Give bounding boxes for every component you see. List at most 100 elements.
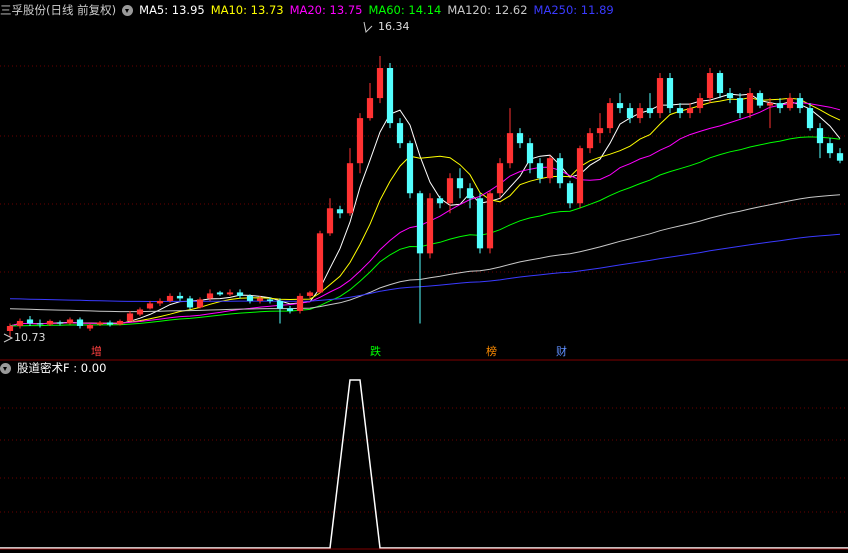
- candle-body: [466, 188, 474, 199]
- candle-body: [256, 298, 264, 301]
- candle: [756, 90, 764, 109]
- candle-body: [86, 324, 94, 329]
- candle-body: [406, 143, 414, 194]
- high-marker: 16.34: [363, 20, 410, 34]
- candle: [476, 193, 484, 254]
- candle-body: [106, 322, 114, 325]
- candle-body: [316, 233, 324, 293]
- event-marker-increase: 增: [91, 344, 102, 358]
- candle-body: [276, 300, 284, 309]
- candle: [286, 305, 294, 314]
- candle-body: [156, 300, 164, 304]
- candle: [696, 93, 704, 114]
- candle: [836, 148, 844, 164]
- high-price-label: 16.34: [378, 20, 410, 33]
- candle: [586, 128, 594, 154]
- candle: [226, 289, 234, 296]
- low-price-label: 10.73: [14, 331, 46, 344]
- indicator-line: [0, 379, 848, 549]
- candle: [806, 103, 814, 131]
- candle: [786, 93, 794, 111]
- candle-body: [146, 303, 154, 309]
- candle: [136, 307, 144, 316]
- candle-body: [486, 193, 494, 249]
- candle-body: [356, 118, 364, 164]
- candle-body: [596, 128, 604, 134]
- candle-body: [736, 98, 744, 114]
- candle-body: [36, 323, 44, 325]
- candle: [316, 230, 324, 294]
- candle: [716, 70, 724, 99]
- candle-body: [6, 325, 14, 331]
- candle: [666, 73, 674, 114]
- candle-body: [636, 108, 644, 119]
- ma250-value: MA250: 11.89: [533, 3, 614, 17]
- candle-body: [346, 163, 354, 214]
- chevron-down-icon[interactable]: [0, 362, 11, 374]
- candle: [196, 297, 204, 309]
- candle: [616, 93, 624, 114]
- candle-body: [766, 103, 774, 106]
- candle-body: [306, 292, 314, 296]
- indicator-series: [0, 379, 848, 549]
- candle-body: [216, 292, 224, 295]
- candle-body: [66, 319, 74, 324]
- candle-body: [696, 98, 704, 109]
- candle-body: [526, 143, 534, 164]
- candle-body: [246, 295, 254, 301]
- candle-body: [546, 158, 554, 179]
- candle-body: [376, 68, 384, 99]
- indicator-panel-header: 股道密术F : 0.00: [0, 359, 112, 377]
- candle: [346, 148, 354, 216]
- ma10-value: MA10: 13.73: [210, 3, 284, 17]
- candle-body: [236, 292, 244, 296]
- candle: [396, 118, 404, 149]
- ma120-line: [9, 194, 841, 313]
- candle-body: [26, 319, 34, 324]
- ma5-line: [9, 93, 841, 327]
- candle-body: [686, 108, 694, 114]
- candle-body: [16, 320, 24, 326]
- candle: [106, 320, 114, 327]
- ma60-value: MA60: 14.14: [368, 3, 442, 17]
- candle: [336, 205, 344, 219]
- candle-body: [616, 103, 624, 109]
- candle-body: [446, 178, 454, 204]
- ma5-value: MA5: 13.95: [139, 3, 205, 17]
- candle: [126, 310, 134, 322]
- candle: [356, 113, 364, 174]
- candle: [556, 153, 564, 189]
- candle-body: [536, 163, 544, 179]
- candle: [216, 290, 224, 296]
- candle-body: [836, 153, 844, 161]
- candle-body: [826, 143, 834, 154]
- candle-body: [676, 108, 684, 114]
- candle-body: [386, 68, 394, 124]
- candle: [186, 295, 194, 310]
- candle-body: [286, 308, 294, 311]
- candle-body: [416, 193, 424, 254]
- candle-body: [456, 178, 464, 189]
- price-panel-header: 三孚股份(日线 前复权) MA5: 13.95 MA10: 13.73 MA20…: [0, 1, 620, 19]
- candle-body: [56, 322, 64, 324]
- candle-body: [496, 163, 504, 194]
- candle: [366, 83, 374, 121]
- candle: [706, 68, 714, 104]
- chevron-down-icon[interactable]: [122, 4, 134, 16]
- candle: [146, 300, 154, 310]
- candle: [376, 56, 384, 104]
- candle-body: [166, 295, 174, 301]
- candle-body: [336, 209, 344, 214]
- candle: [636, 103, 644, 124]
- candle-body: [806, 108, 814, 129]
- candle: [416, 190, 424, 324]
- candle-body: [556, 158, 564, 184]
- candle: [76, 317, 84, 329]
- candle: [626, 103, 634, 124]
- chart-canvas: 16.34 10.73 增 跌 榜 财: [0, 20, 848, 550]
- candle: [676, 103, 684, 119]
- candle-body: [296, 295, 304, 311]
- grid: [0, 65, 848, 513]
- candle: [516, 128, 524, 149]
- candle-body: [186, 298, 194, 308]
